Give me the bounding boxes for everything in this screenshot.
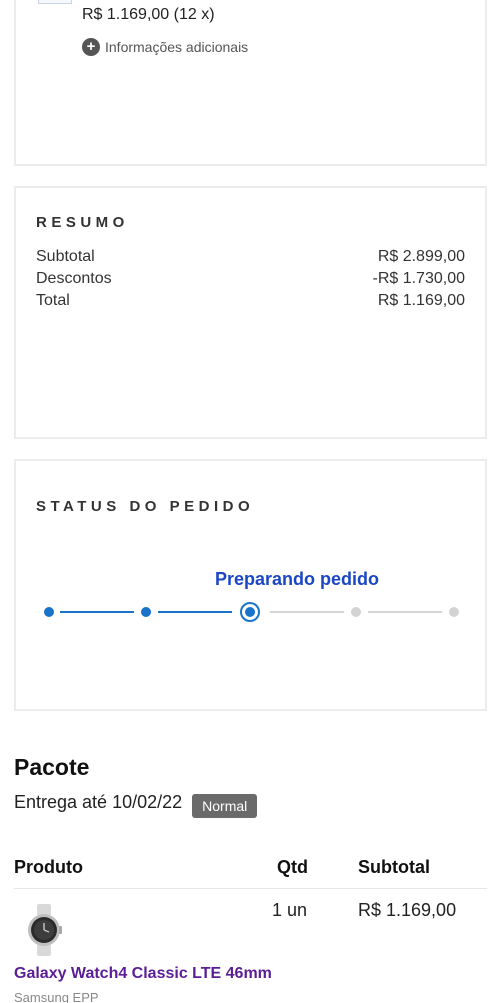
summary-row-discounts: Descontos -R$ 1.730,00 bbox=[36, 270, 465, 288]
step-connector-3 bbox=[270, 611, 344, 613]
column-header-subtotal: Subtotal bbox=[358, 857, 430, 877]
product-seller: Samsung EPP bbox=[14, 990, 99, 1003]
package-title: Pacote bbox=[14, 754, 90, 780]
order-status-title: STATUS DO PEDIDO bbox=[36, 498, 255, 515]
summary-row-total: Total R$ 1.169,00 bbox=[36, 292, 465, 310]
status-progress-track bbox=[16, 601, 489, 623]
current-step-label: Preparando pedido bbox=[215, 569, 380, 589]
summary-row-subtotal: Subtotal R$ 2.899,00 bbox=[36, 248, 465, 266]
plus-circle-icon: + bbox=[82, 38, 100, 56]
step-connector-1 bbox=[60, 611, 134, 613]
shipping-type-badge: Normal bbox=[192, 794, 258, 818]
delivery-date: Entrega até 10/02/22 bbox=[14, 791, 183, 812]
item-subtotal: R$ 1.169,00 bbox=[358, 900, 457, 920]
product-table-header: Produto Qtd Subtotal bbox=[14, 855, 487, 889]
column-header-qty: Qtd bbox=[277, 857, 308, 877]
step-dot-3-current bbox=[240, 602, 260, 622]
item-qty: 1 un bbox=[272, 900, 308, 920]
summary-value: R$ 2.899,00 bbox=[377, 248, 465, 265]
step-dot-4 bbox=[351, 607, 361, 617]
step-dot-5 bbox=[449, 607, 459, 617]
payment-card: R$ 1.169,00 (12 x) + Informações adicion… bbox=[14, 0, 487, 166]
smartwatch-icon[interactable] bbox=[22, 904, 66, 956]
card-thumbnail bbox=[38, 0, 72, 4]
summary-label: Subtotal bbox=[36, 248, 95, 265]
order-status-card: STATUS DO PEDIDO Preparando pedido bbox=[14, 459, 487, 711]
installment-price: R$ 1.169,00 (12 x) bbox=[82, 6, 215, 23]
delivery-row: Entrega até 10/02/22 Normal bbox=[14, 786, 258, 818]
summary-value: -R$ 1.730,00 bbox=[372, 270, 465, 287]
product-name-link[interactable]: Galaxy Watch4 Classic LTE 46mm bbox=[14, 965, 272, 983]
more-info-label: Informações adicionais bbox=[105, 39, 249, 55]
summary-label: Total bbox=[36, 292, 70, 309]
summary-value: R$ 1.169,00 bbox=[377, 292, 465, 309]
summary-label: Descontos bbox=[36, 270, 112, 287]
summary-card: RESUMO Subtotal R$ 2.899,00 Descontos -R… bbox=[14, 186, 487, 439]
more-info-link[interactable]: + Informações adicionais bbox=[82, 38, 248, 56]
step-connector-2 bbox=[158, 611, 232, 613]
step-connector-4 bbox=[368, 611, 442, 613]
step-dot-2 bbox=[141, 607, 151, 617]
summary-title: RESUMO bbox=[36, 214, 129, 231]
step-dot-1 bbox=[44, 607, 54, 617]
column-header-product: Produto bbox=[14, 857, 83, 877]
